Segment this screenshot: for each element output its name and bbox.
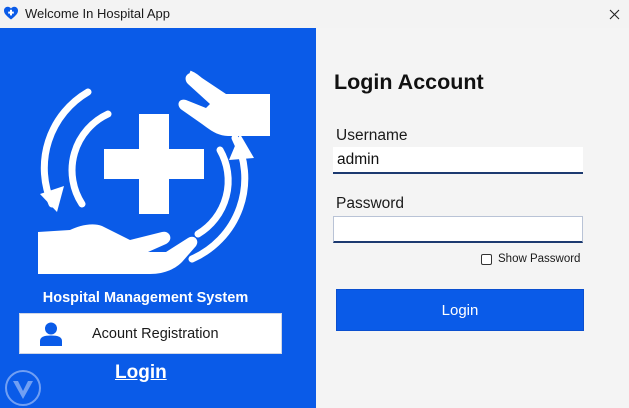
close-icon [609,9,619,19]
show-password-checkbox[interactable] [481,253,492,265]
heart-cross-icon [4,6,18,20]
close-button[interactable] [599,0,629,28]
login-heading: Login Account [334,70,484,94]
app-window: Welcome In Hospital App Hospital Managem… [0,0,629,408]
show-password-toggle[interactable]: Show Password [481,251,580,267]
username-label: Username [336,127,408,144]
login-link[interactable]: Login [115,362,167,384]
show-password-label: Show Password [498,253,581,265]
username-input[interactable] [333,147,583,174]
right-panel: Login Account Username Password Show Pas… [316,28,629,408]
hands-medical-cross-cycle-icon [38,70,270,274]
user-icon [40,322,62,346]
watermark-logo-icon [5,370,41,406]
system-title: Hospital Management System [42,290,249,306]
left-panel: Hospital Management System Acount Regist… [0,28,316,408]
login-button[interactable]: Login [336,289,584,331]
account-registration-label: Acount Registration [92,326,219,342]
password-input[interactable] [333,216,583,243]
window-title: Welcome In Hospital App [25,6,170,21]
title-bar[interactable]: Welcome In Hospital App [0,0,629,28]
account-registration-button[interactable]: Acount Registration [19,313,282,354]
password-label: Password [336,195,405,212]
